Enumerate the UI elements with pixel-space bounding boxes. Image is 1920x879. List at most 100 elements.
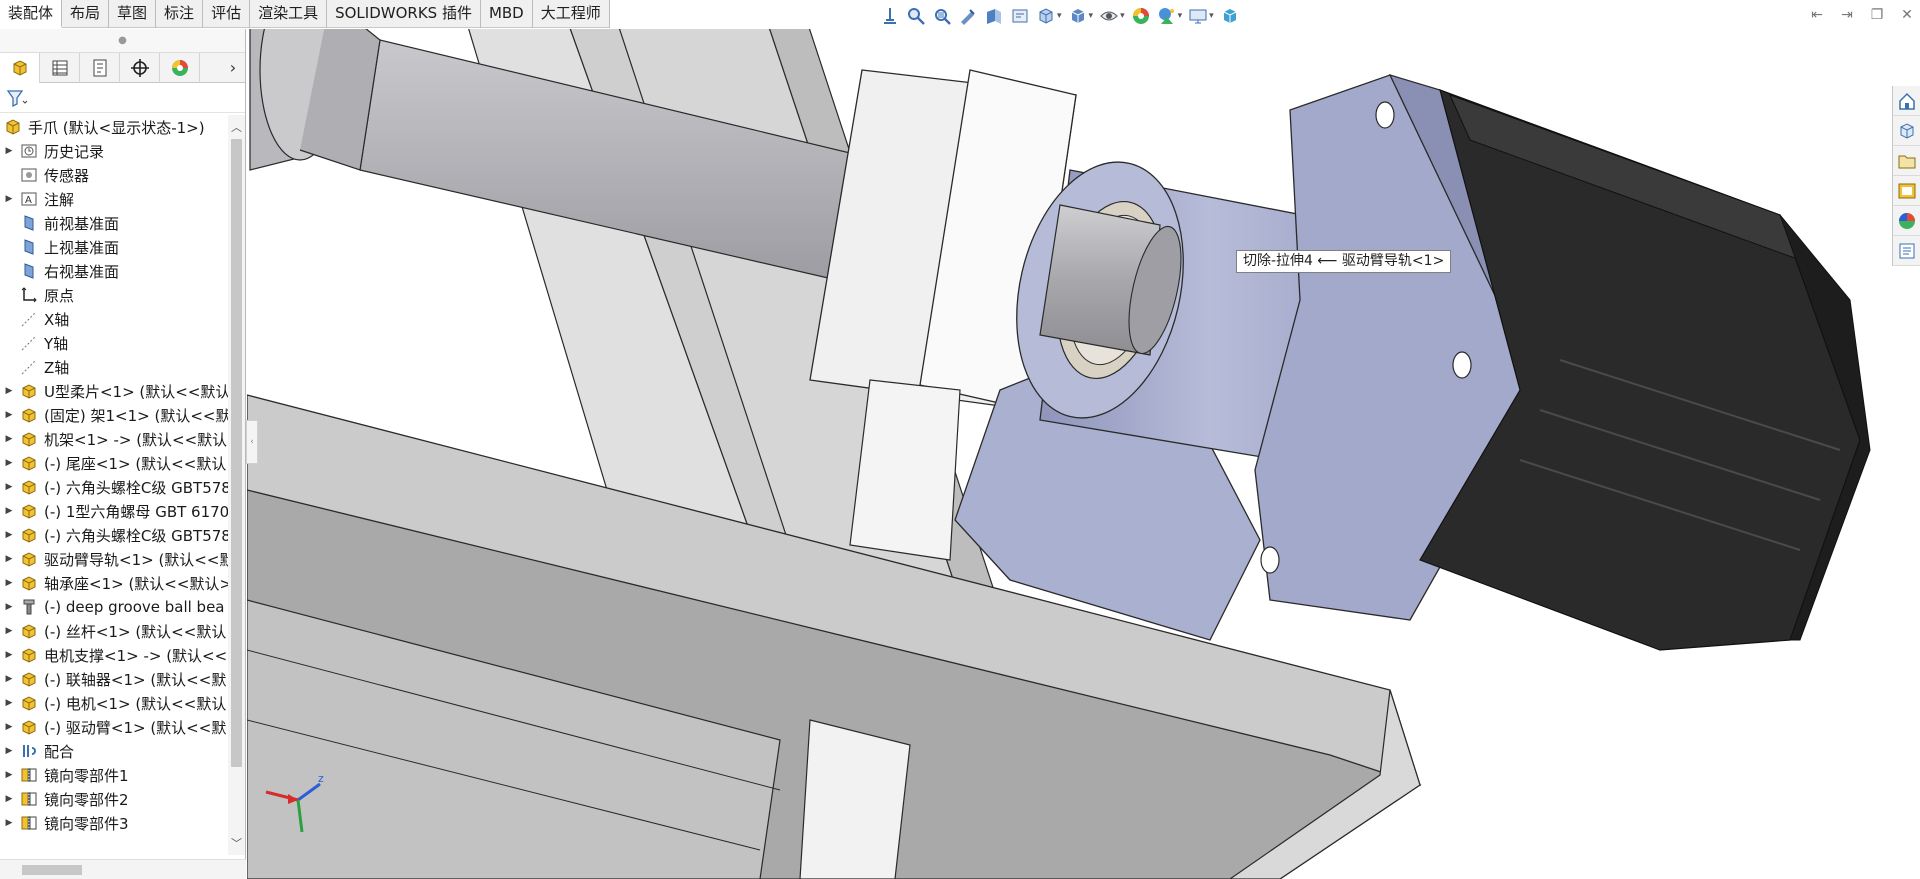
display-style-icon[interactable]: ▾ (1066, 5, 1096, 27)
expand-arrow-icon[interactable]: ▶ (0, 626, 18, 636)
tab-markup[interactable]: 标注 (156, 0, 204, 28)
display-manager-tab-icon[interactable] (160, 52, 200, 83)
tree-item[interactable]: ▶ (-) deep groove ball bea (0, 595, 228, 619)
graphics-area[interactable] (247, 29, 1920, 879)
tree-item[interactable]: ▶ (固定) 架1<1> (默认<<默 (0, 403, 228, 427)
previous-window-icon[interactable]: ⇤ (1804, 4, 1830, 26)
edit-appearance-icon[interactable] (1129, 5, 1153, 27)
custom-properties-icon[interactable] (1893, 236, 1920, 266)
file-explorer-icon[interactable] (1893, 146, 1920, 176)
tree-item[interactable]: ▶ 镜向零部件3 (0, 811, 228, 835)
view-palette-icon[interactable] (1893, 176, 1920, 206)
expand-arrow-icon[interactable]: ▶ (0, 650, 18, 660)
design-library-icon[interactable] (1893, 116, 1920, 146)
expand-arrow-icon[interactable]: ▶ (0, 386, 18, 396)
expand-arrow-icon[interactable]: ▶ (0, 410, 18, 420)
tree-item[interactable]: ▶ 驱动臂导轨<1> (默认<<默 (0, 547, 228, 571)
panel-grip[interactable]: ● (0, 29, 245, 53)
tree-item[interactable]: ▶镜向零部件4 (0, 835, 228, 840)
tree-root-assembly[interactable]: 手爪 (默认<显示状态-1>) (0, 115, 228, 139)
view-settings-icon[interactable]: ▾ (1186, 5, 1216, 27)
expand-arrow-icon[interactable]: ▶ (0, 194, 18, 204)
expand-arrow-icon[interactable]: ▶ (0, 746, 18, 756)
expand-arrow-icon[interactable]: ▶ (0, 434, 18, 444)
appearances-scenes-icon[interactable] (1893, 206, 1920, 236)
dynamic-annotation-icon[interactable] (1008, 5, 1032, 27)
expand-arrow-icon[interactable]: ▶ (0, 602, 18, 612)
expand-arrow-icon[interactable]: ▶ (0, 482, 18, 492)
next-window-icon[interactable]: ⇥ (1834, 4, 1860, 26)
tree-item[interactable]: ▶ (-) 电机<1> (默认<<默认 (0, 691, 228, 715)
tree-item[interactable]: ▶ 历史记录 (0, 139, 228, 163)
scroll-up-arrow-icon[interactable]: ︿ (228, 119, 245, 135)
configuration-manager-tab-icon[interactable] (80, 52, 120, 83)
tree-item[interactable]: ▶ 电机支撑<1> -> (默认<< (0, 643, 228, 667)
feature-manager-tab-icon[interactable] (0, 52, 40, 83)
tree-item[interactable]: ▶ 配合 (0, 739, 228, 763)
tree-item[interactable]: ▶ U型柔片<1> (默认<<默认 (0, 379, 228, 403)
tree-item[interactable]: 原点 (0, 283, 228, 307)
property-manager-tab-icon[interactable] (40, 52, 80, 83)
tree-horizontal-scrollbar[interactable] (0, 859, 246, 879)
expand-arrow-icon[interactable]: ▶ (0, 818, 18, 828)
tree-item[interactable]: ▶ 镜向零部件2 (0, 787, 228, 811)
expand-arrow-icon[interactable]: ▶ (0, 146, 18, 156)
expand-arrow-icon[interactable]: ▶ (0, 674, 18, 684)
tree-filter[interactable] (0, 83, 245, 113)
expand-arrow-icon[interactable]: ▶ (0, 458, 18, 468)
tree-item[interactable]: X轴 (0, 307, 228, 331)
panel-tabs-more-icon[interactable]: › (221, 58, 245, 77)
tree-item[interactable]: ▶ 机架<1> -> (默认<<默认 (0, 427, 228, 451)
restore-window-icon[interactable]: ❐ (1864, 4, 1890, 26)
tree-item[interactable]: 上视基准面 (0, 235, 228, 259)
tab-evaluate[interactable]: 评估 (203, 0, 251, 28)
tree-item[interactable]: ▶ (-) 尾座<1> (默认<<默认 (0, 451, 228, 475)
hide-show-items-icon[interactable]: ▾ (1097, 5, 1127, 27)
tree-item[interactable]: ▶ (-) 联轴器<1> (默认<<默 (0, 667, 228, 691)
tree-item[interactable]: ▶ (-) 六角头螺栓C级 GBT578 (0, 475, 228, 499)
tab-layout[interactable]: 布局 (62, 0, 110, 28)
tree-item[interactable]: ▶ (-) 丝杆<1> (默认<<默认 (0, 619, 228, 643)
tree-item[interactable]: 传感器 (0, 163, 228, 187)
tree-item[interactable]: ▶ 轴承座<1> (默认<<默认> (0, 571, 228, 595)
solidworks-resources-icon[interactable] (1893, 86, 1920, 116)
close-window-icon[interactable]: ✕ (1894, 4, 1920, 26)
tree-item[interactable]: ▶ 镜向零部件1 (0, 763, 228, 787)
tree-item[interactable]: 右视基准面 (0, 259, 228, 283)
tree-item[interactable]: 前视基准面 (0, 211, 228, 235)
tree-scroll-thumb[interactable] (231, 139, 242, 767)
tree-hscroll-thumb[interactable] (22, 865, 82, 875)
zoom-to-fit-icon[interactable] (904, 5, 928, 27)
tree-item[interactable]: Y轴 (0, 331, 228, 355)
tree-vertical-scrollbar[interactable]: ︿ ﹀ (228, 115, 245, 855)
tree-item[interactable]: Z轴 (0, 355, 228, 379)
expand-arrow-icon[interactable]: ▶ (0, 794, 18, 804)
assembly-model-view[interactable] (247, 29, 1920, 879)
dimxpert-manager-tab-icon[interactable] (120, 52, 160, 83)
view-normal-to-icon[interactable] (878, 5, 902, 27)
expand-arrow-icon[interactable]: ▶ (0, 506, 18, 516)
section-view-icon[interactable] (982, 5, 1006, 27)
scroll-down-arrow-icon[interactable]: ﹀ (228, 835, 245, 851)
zoom-to-area-icon[interactable] (930, 5, 954, 27)
tab-sketch[interactable]: 草图 (109, 0, 157, 28)
filter-icon[interactable] (6, 88, 28, 108)
expand-arrow-icon[interactable]: ▶ (0, 722, 18, 732)
tree-item[interactable]: ▶ (-) 驱动臂<1> (默认<<默 (0, 715, 228, 739)
tree-item[interactable]: ▶ (-) 六角头螺栓C级 GBT578 (0, 523, 228, 547)
expand-arrow-icon[interactable]: ▶ (0, 578, 18, 588)
expand-arrow-icon[interactable]: ▶ (0, 554, 18, 564)
tab-render-tools[interactable]: 渲染工具 (250, 0, 328, 28)
3d-view-icon[interactable] (1218, 5, 1242, 27)
tab-mbd[interactable]: MBD (481, 0, 533, 28)
tab-big-engineer[interactable]: 大工程师 (533, 0, 610, 28)
tab-assembly[interactable]: 装配体 (0, 0, 63, 28)
expand-arrow-icon[interactable]: ▶ (0, 698, 18, 708)
expand-arrow-icon[interactable]: ▶ (0, 770, 18, 780)
view-orientation-icon[interactable]: ▾ (1034, 5, 1064, 27)
expand-arrow-icon[interactable]: ▶ (0, 530, 18, 540)
tree-item[interactable]: ▶ (-) 1型六角螺母 GBT 6170 (0, 499, 228, 523)
tab-solidworks-addins[interactable]: SOLIDWORKS 插件 (327, 0, 481, 28)
panel-collapse-handle[interactable]: ‹ (246, 420, 258, 464)
tree-item[interactable]: ▶ A 注解 (0, 187, 228, 211)
